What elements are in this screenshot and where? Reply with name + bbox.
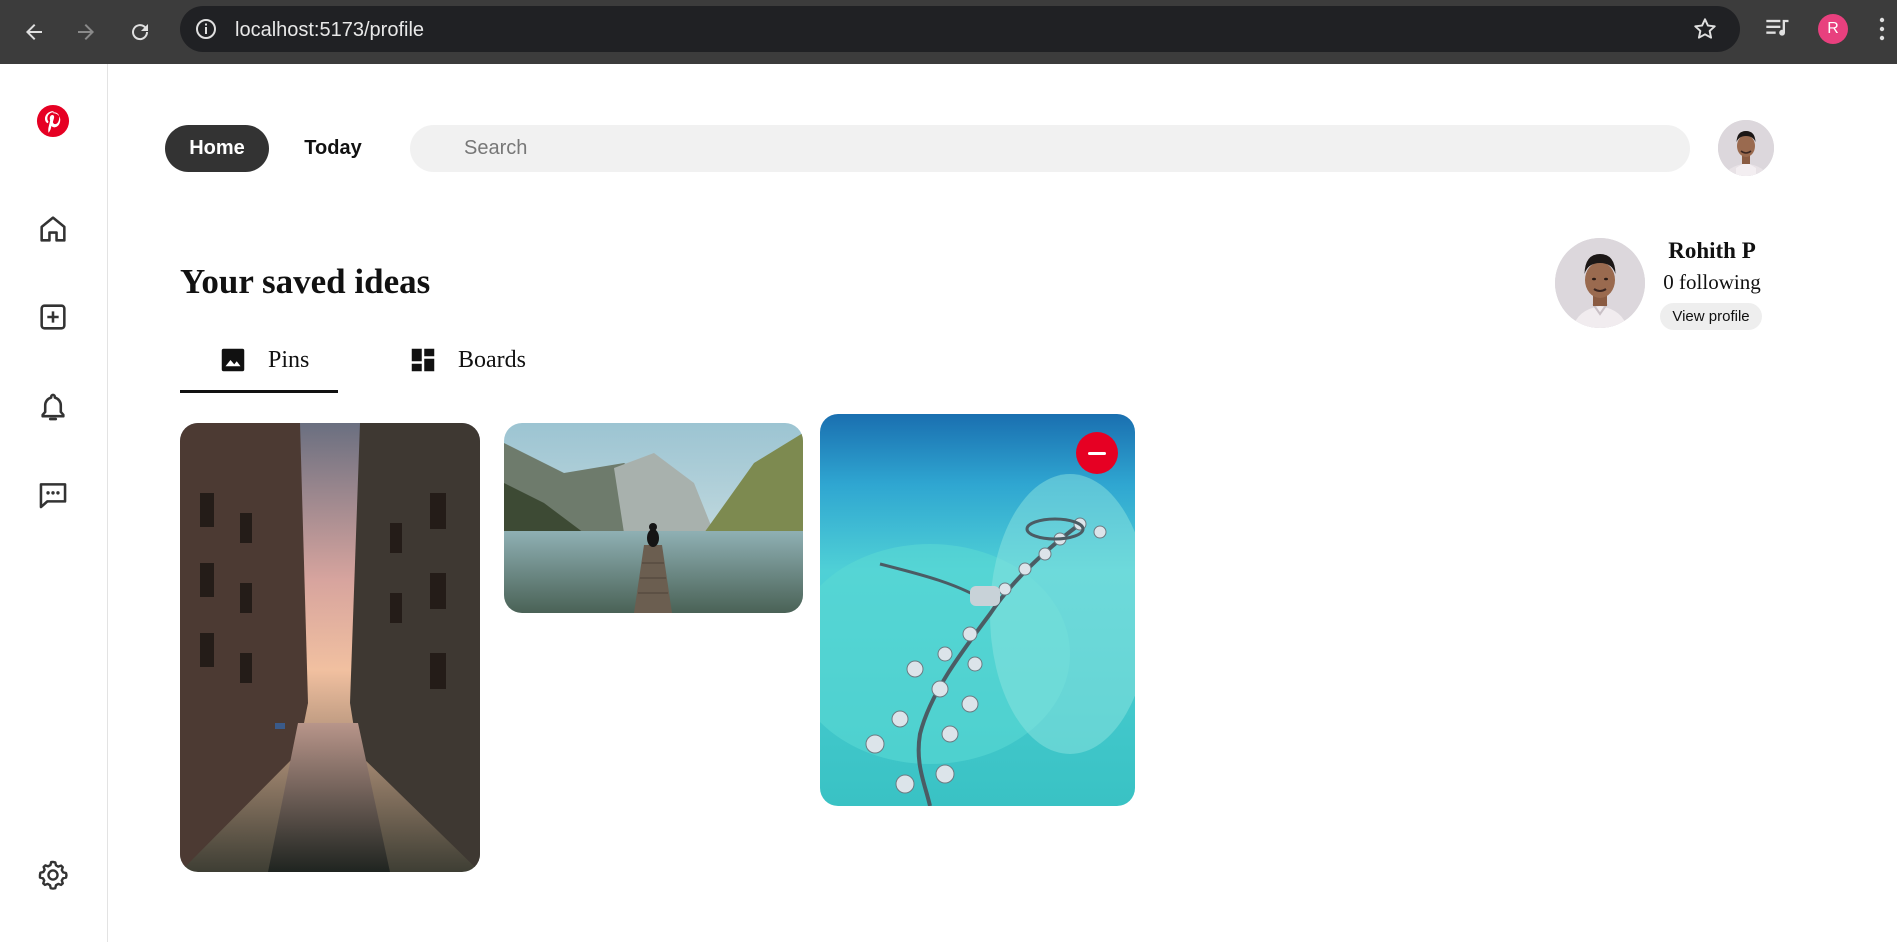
pinterest-logo-icon [36, 104, 70, 138]
arrow-left-icon [26, 24, 42, 40]
more-menu-icon[interactable] [1872, 14, 1892, 44]
sidebar-item-settings[interactable] [34, 856, 72, 894]
profile-avatar[interactable] [1555, 238, 1645, 328]
pinterest-logo[interactable] [34, 102, 72, 140]
page-title: Your saved ideas [180, 262, 431, 301]
pin-image-venice-canal [180, 423, 480, 872]
image-icon [221, 348, 245, 372]
tab-boards[interactable]: Boards [408, 330, 526, 390]
today-button[interactable]: Today [295, 125, 371, 172]
pin-image-mountain-lake [504, 423, 803, 613]
sidebar-item-messages[interactable] [34, 476, 72, 514]
user-avatar[interactable] [1718, 120, 1774, 176]
forward-button[interactable] [66, 12, 106, 52]
sidebar-item-notifications[interactable] [34, 388, 72, 426]
address-bar[interactable]: localhost:5173/profile [180, 6, 1740, 52]
sidebar-item-home[interactable] [34, 210, 72, 248]
browser-toolbar: localhost:5173/profile R [0, 0, 1897, 64]
home-button[interactable]: Home [165, 125, 269, 172]
tab-pins-label: Pins [268, 346, 310, 373]
pin-card[interactable] [820, 414, 1135, 806]
following-count: 0 following [1663, 270, 1761, 294]
bookmark-star-icon[interactable] [1692, 16, 1718, 42]
profile-avatar-image [1555, 238, 1645, 328]
reload-icon [132, 24, 149, 41]
reload-button[interactable] [120, 12, 160, 52]
tab-boards-label: Boards [458, 346, 526, 373]
profile-name: Rohith P [1668, 238, 1756, 263]
pin-image-overwater-villas [820, 414, 1135, 806]
url-text: localhost:5173/profile [235, 19, 425, 41]
browser-profile-avatar[interactable]: R [1818, 14, 1848, 44]
settings-icon [38, 860, 68, 890]
pin-card[interactable] [504, 423, 803, 613]
minus-icon [1088, 451, 1106, 455]
messages-icon [39, 483, 67, 509]
bell-icon [41, 393, 65, 421]
arrow-right-icon [78, 24, 94, 40]
sidebar [0, 64, 108, 942]
active-tab-indicator [180, 390, 338, 393]
create-icon [40, 304, 66, 330]
home-icon [40, 216, 66, 242]
back-button[interactable] [14, 12, 54, 52]
view-profile-button[interactable]: View profile [1660, 303, 1762, 330]
sidebar-item-create[interactable] [34, 298, 72, 336]
search-bar[interactable] [410, 125, 1690, 172]
media-controls-icon[interactable] [1764, 14, 1792, 42]
dashboard-icon [411, 348, 435, 372]
tab-pins[interactable]: Pins [218, 330, 309, 390]
search-input[interactable] [464, 125, 1664, 172]
remove-pin-button[interactable] [1076, 432, 1118, 474]
info-icon[interactable] [194, 17, 218, 41]
user-avatar-image [1718, 120, 1774, 176]
pin-card[interactable] [180, 423, 480, 872]
